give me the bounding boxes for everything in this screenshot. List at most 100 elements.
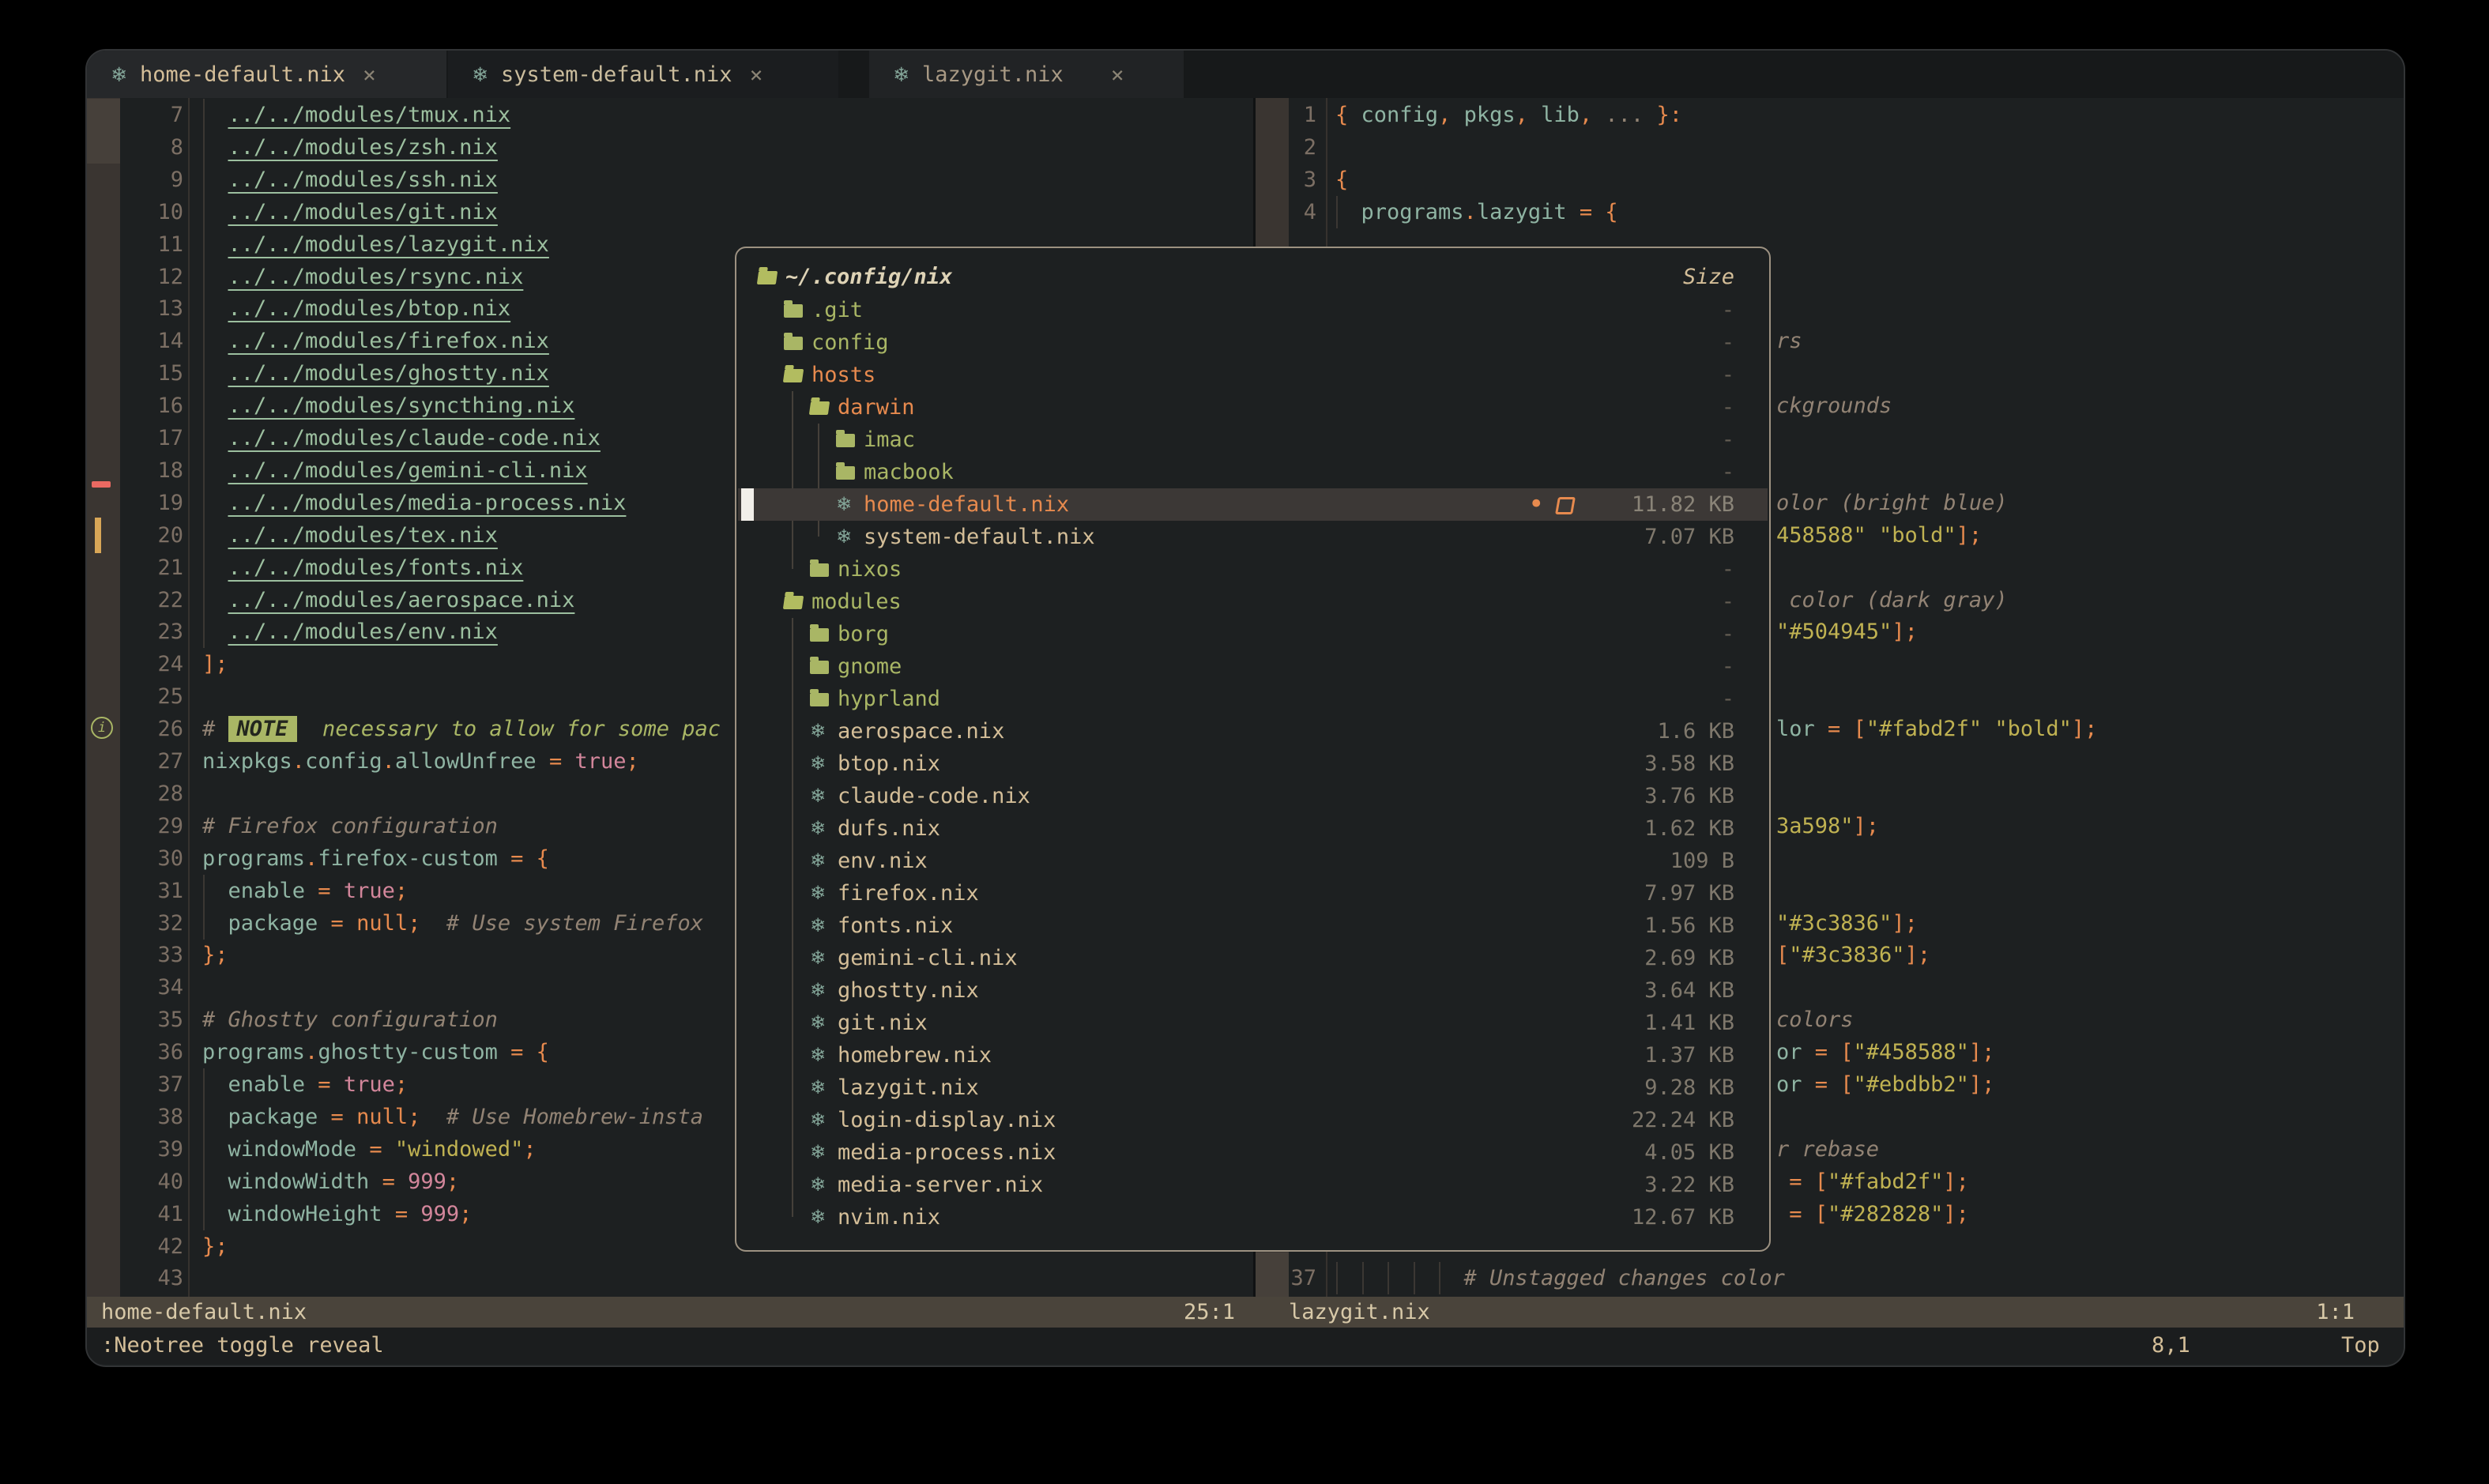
code-token: "#3c3836"	[1776, 911, 1892, 936]
close-icon[interactable]: ×	[363, 62, 376, 88]
code-line[interactable]: 4programs.lazygit = {	[87, 196, 2404, 228]
code-line[interactable]: 3{	[87, 164, 2404, 196]
code-token: true	[574, 749, 626, 774]
tree-row-hosts[interactable]: hosts-	[738, 359, 1768, 391]
tree-row-gemini-cli.nix[interactable]: ❄gemini-cli.nix2.69 KB	[738, 942, 1768, 974]
tree-item-size: 4.05 KB	[1644, 1136, 1734, 1169]
code-token: ,	[1438, 103, 1464, 127]
tree-row-home-default.nix[interactable]: ❄home-default.nix•11.82 KB	[738, 488, 1768, 521]
tree-item-size: -	[1722, 294, 1734, 326]
tree-row-borg[interactable]: borg-	[738, 618, 1768, 650]
tree-row-media-server.nix[interactable]: ❄media-server.nix3.22 KB	[738, 1169, 1768, 1201]
tree-row-ghostty.nix[interactable]: ❄ghostty.nix3.64 KB	[738, 974, 1768, 1007]
code-token: # Use Homebrew-insta	[420, 1105, 703, 1129]
code-token: enable	[228, 879, 306, 903]
tree-row-aerospace.nix[interactable]: ❄aerospace.nix1.6 KB	[738, 715, 1768, 748]
tree-row-media-process.nix[interactable]: ❄media-process.nix4.05 KB	[738, 1136, 1768, 1169]
tree-row-macbook[interactable]: macbook-	[738, 456, 1768, 488]
tree-item-name: media-process.nix	[838, 1136, 1056, 1169]
tab-system-default.nix[interactable]: ❄system-default.nix×	[448, 51, 838, 98]
code-token: 3a598"	[1776, 814, 1854, 838]
tree-row-fonts.nix[interactable]: ❄fonts.nix1.56 KB	[738, 910, 1768, 942]
code-line[interactable]: 1{ config, pkgs, lib, ... }:	[87, 99, 2404, 131]
line-number: 39	[111, 1133, 183, 1166]
code-token: ghostty-custom	[318, 1040, 498, 1064]
tree-row-imac[interactable]: imac-	[738, 424, 1768, 456]
tree-row-env.nix[interactable]: ❄env.nix109 B	[738, 845, 1768, 877]
code-token: # Ghostty configuration	[202, 1008, 498, 1032]
tab-home-default.nix[interactable]: ❄home-default.nix×	[87, 51, 446, 98]
tree-item-size: -	[1722, 456, 1734, 488]
code-token: colors	[1776, 1008, 1854, 1032]
tree-row-modules[interactable]: modules-	[738, 586, 1768, 618]
close-icon[interactable]: ×	[1111, 62, 1124, 88]
tree-item-size: 1.41 KB	[1644, 1007, 1734, 1039]
tree-row-login-display.nix[interactable]: ❄login-display.nix22.24 KB	[738, 1104, 1768, 1136]
code-token: package	[228, 1105, 318, 1129]
tree-row-gnome[interactable]: gnome-	[738, 650, 1768, 683]
nix-file-icon: ❄	[836, 521, 852, 553]
code-token: or	[1776, 1072, 1802, 1097]
line-number: 26	[111, 713, 183, 745]
folder-icon	[836, 434, 855, 447]
indent-guide	[1336, 1262, 1338, 1294]
line-number: 20	[111, 519, 183, 552]
nix-file-icon: ❄	[810, 1169, 826, 1201]
code-token: ../../modules/claude-code.nix	[228, 426, 601, 450]
tree-row-dufs.nix[interactable]: ❄dufs.nix1.62 KB	[738, 812, 1768, 845]
indent-guide	[1336, 196, 1338, 228]
tree-cursor	[741, 488, 754, 521]
code-token: .	[292, 749, 305, 774]
code-token: .	[305, 846, 318, 871]
code-token: firefox-custom	[318, 846, 498, 871]
tree-row-hyprland[interactable]: hyprland-	[738, 683, 1768, 715]
tree-row-nvim.nix[interactable]: ❄nvim.nix12.67 KB	[738, 1201, 1768, 1234]
code-line[interactable]: 37# Unstagged changes color	[87, 1262, 2404, 1294]
buffer-tabline: ❄home-default.nix×❄system-default.nix×❄l…	[87, 51, 2404, 98]
code-token: };	[202, 943, 228, 967]
line-number: 22	[111, 584, 183, 616]
tree-row-.git[interactable]: .git-	[738, 294, 1768, 326]
indent-guide	[203, 487, 205, 519]
nix-file-icon: ❄	[810, 1104, 826, 1136]
nix-file-icon: ❄	[810, 1039, 826, 1072]
command-line[interactable]: :Neotree toggle reveal 8,1 Top	[87, 1328, 2404, 1364]
close-icon[interactable]: ×	[750, 62, 763, 88]
tab-lazygit.nix[interactable]: ❄lazygit.nix×	[869, 51, 1184, 98]
tree-row-darwin[interactable]: darwin-	[738, 391, 1768, 424]
code-fragment: ckgrounds	[1776, 390, 1892, 422]
tree-item-size: -	[1722, 326, 1734, 359]
code-token: "#ebdbb2"	[1854, 1072, 1969, 1097]
tree-row-claude-code.nix[interactable]: ❄claude-code.nix3.76 KB	[738, 780, 1768, 812]
tree-row-firefox.nix[interactable]: ❄firefox.nix7.97 KB	[738, 877, 1768, 910]
folder-icon	[784, 337, 803, 350]
tree-row-git.nix[interactable]: ❄git.nix1.41 KB	[738, 1007, 1768, 1039]
nix-file-icon: ❄	[810, 812, 826, 845]
line-number: 27	[111, 745, 183, 778]
tree-item-size: 1.37 KB	[1644, 1039, 1734, 1072]
tab-label: system-default.nix	[501, 62, 732, 87]
terminal-window: ❄home-default.nix×❄system-default.nix×❄l…	[85, 49, 2405, 1367]
tree-item-name: gemini-cli.nix	[838, 942, 1018, 974]
code-token: config	[1361, 103, 1439, 127]
neotree-float[interactable]: ~/.config/nix Size .git-config-hosts-dar…	[735, 247, 1771, 1252]
code-token: = [	[1815, 717, 1866, 741]
tree-row-nixos[interactable]: nixos-	[738, 553, 1768, 586]
tree-row-homebrew.nix[interactable]: ❄homebrew.nix1.37 KB	[738, 1039, 1768, 1072]
tree-row-lazygit.nix[interactable]: ❄lazygit.nix9.28 KB	[738, 1072, 1768, 1104]
code-token: .	[305, 1040, 318, 1064]
code-token: ;	[408, 1105, 420, 1129]
indent-guide	[203, 1133, 205, 1166]
tree-row-config[interactable]: config-	[738, 326, 1768, 359]
code-token: = [	[1789, 1169, 1828, 1194]
code-token: "#3c3836"	[1789, 943, 1904, 967]
scroll-indicator: Top	[2341, 1328, 2380, 1364]
code-token: "windowed"	[395, 1137, 524, 1162]
tree-row-btop.nix[interactable]: ❄btop.nix3.58 KB	[738, 748, 1768, 780]
indent-guide	[1439, 1262, 1440, 1294]
code-token: ...	[1605, 103, 1644, 127]
code-line[interactable]: 2	[87, 131, 2404, 164]
tree-row-system-default.nix[interactable]: ❄system-default.nix7.07 KB	[738, 521, 1768, 553]
code-token: rs	[1776, 329, 1802, 353]
tree-item-name: firefox.nix	[838, 877, 979, 910]
